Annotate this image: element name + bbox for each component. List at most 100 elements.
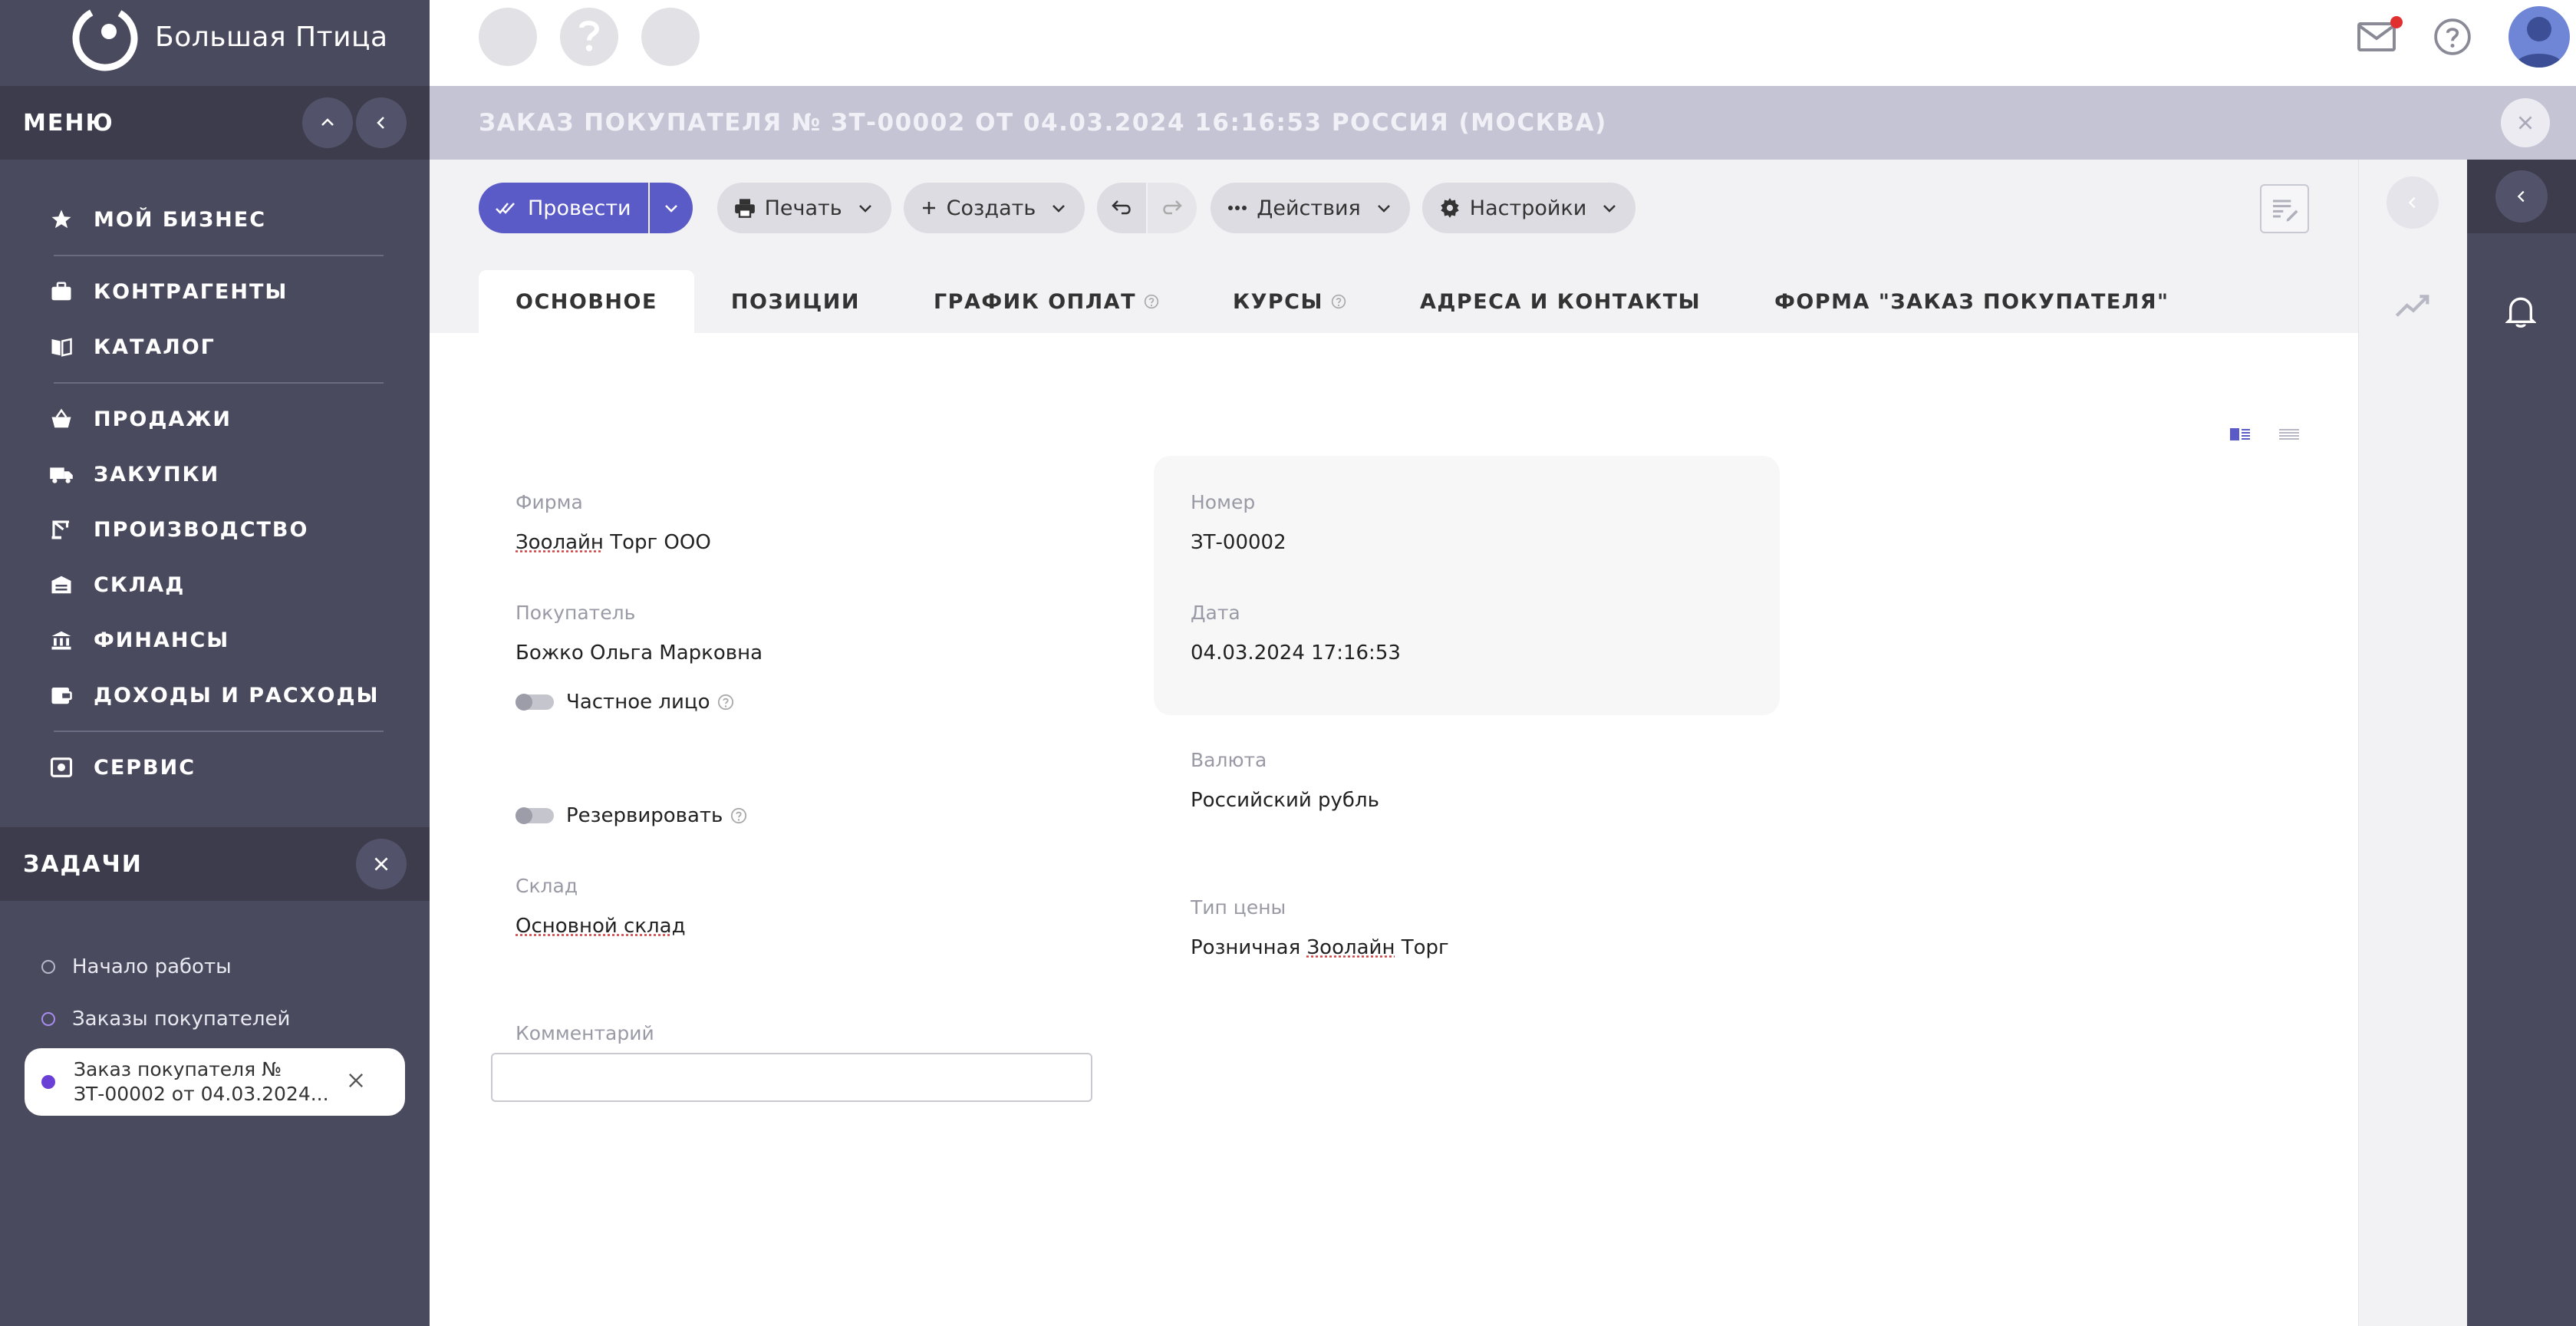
redo-button[interactable] [1148,183,1197,233]
print-button[interactable]: Печать [716,183,891,233]
price-type-part: Зоолайн [1306,936,1395,959]
tab-label: АДРЕСА И КОНТАКТЫ [1419,289,1701,314]
avatar[interactable] [2508,6,2570,68]
plus-icon [921,200,937,216]
notification-dot [2390,16,2403,28]
help-hint-icon[interactable] [717,694,734,711]
menu-list: МОЙ БИЗНЕС КОНТРАГЕНТЫ КАТАЛОГ ПРОДАЖИ З… [46,192,384,795]
list-view-icon[interactable] [2278,425,2300,444]
analytics-icon[interactable] [2394,290,2433,324]
close-document-button[interactable] [2501,98,2550,147]
help-hint-icon[interactable] [730,807,747,824]
collapse-menu-button[interactable] [302,97,353,148]
firm-value-part: Торг ООО [603,531,711,554]
warehouse-value-text: Основной склад [516,915,686,938]
print-button-label: Печать [764,196,842,220]
help-icon [2434,18,2471,55]
tab-positions[interactable]: ПОЗИЦИИ [694,270,897,333]
menu-item-production[interactable]: ПРОИЗВОДСТВО [46,502,384,557]
private-person-toggle[interactable] [516,694,554,711]
tab-label: ОСНОВНОЕ [516,289,657,314]
tab-addresses-contacts[interactable]: АДРЕСА И КОНТАКТЫ [1383,270,1738,333]
chevron-down-icon [856,199,875,217]
task-item-active[interactable]: Заказ покупателя № ЗТ-00002 от 04.03.202… [25,1048,405,1116]
edit-notes-button[interactable] [2260,184,2309,233]
wallet-icon [46,680,77,711]
menu-item-service[interactable]: СЕРВИС [46,740,384,795]
menu-item-purchases[interactable]: ЗАКУПКИ [46,447,384,502]
task-item[interactable]: Начало работы [0,941,430,993]
toolbar: Провести Печать Создать Действия Настрой… [430,160,2358,256]
post-button[interactable]: Провести [479,183,648,233]
tab-order-form[interactable]: ФОРМА "ЗАКАЗ ПОКУПАТЕЛЯ" [1738,270,2205,333]
firm-label: Фирма [516,491,583,513]
firm-value[interactable]: Зоолайн Торг ООО [516,531,711,554]
number-label: Номер [1191,491,1256,513]
tab-main[interactable]: ОСНОВНОЕ [479,270,694,333]
tab-payment-schedule[interactable]: ГРАФИК ОПЛАТ [897,270,1196,333]
price-type-part: Торг [1395,936,1449,959]
chevron-down-icon [1600,199,1619,217]
create-button[interactable]: Создать [903,183,1085,233]
reserve-toggle[interactable] [516,807,554,824]
menu-item-label: ЗАКУПКИ [94,462,220,487]
private-person-label: Частное лицо [566,691,710,714]
menu-item-sales[interactable]: ПРОДАЖИ [46,391,384,447]
top-placeholder-button-2[interactable] [641,8,700,66]
date-label: Дата [1191,602,1240,624]
menu-item-label: ФИНАНСЫ [94,628,230,652]
settings-button[interactable]: Настройки [1421,183,1636,233]
warehouse-value[interactable]: Основной склад [516,915,686,938]
task-label: Заказы покупателей [72,1008,291,1031]
help-circle-button[interactable] [560,8,618,66]
buyer-value[interactable]: Божко Ольга Марковна [516,642,763,665]
close-tasks-button[interactable] [356,839,407,889]
collapse-right-panel-button[interactable] [2387,176,2439,229]
reserve-row: Резервировать [516,804,747,827]
number-value[interactable]: ЗТ-00002 [1191,531,1286,554]
chevron-down-icon [1049,199,1068,217]
star-icon [46,204,77,235]
menu-item-catalog[interactable]: КАТАЛОГ [46,319,384,374]
collapse-notifications-button[interactable] [2495,170,2548,223]
truck-icon [46,459,77,490]
divider [54,255,384,256]
task-list: Начало работы Заказы покупателей [0,941,430,1045]
date-value[interactable]: 04.03.2024 17:16:53 [1191,642,1401,665]
undo-button[interactable] [1097,183,1147,233]
close-task-button[interactable] [345,1070,367,1094]
view-toggle [2202,425,2300,444]
task-item[interactable]: Заказы покупателей [0,993,430,1045]
menu-item-label: СКЛАД [94,572,186,597]
help-button[interactable] [2433,18,2472,56]
menu-item-finance[interactable]: ФИНАНСЫ [46,612,384,668]
menu-item-counterparties[interactable]: КОНТРАГЕНТЫ [46,264,384,319]
currency-value[interactable]: Российский рубль [1191,789,1379,812]
more-icon [1227,205,1247,211]
tab-label: ФОРМА "ЗАКАЗ ПОКУПАТЕЛЯ" [1774,289,2169,314]
chevron-left-icon [2408,196,2416,209]
help-hint-icon[interactable] [1144,294,1159,309]
comment-input[interactable] [491,1053,1092,1102]
actions-button[interactable]: Действия [1211,183,1410,233]
tab-rates[interactable]: КУРСЫ [1196,270,1383,333]
price-type-value[interactable]: Розничная Зоолайн Торг [1191,936,1449,959]
post-button-label: Провести [528,196,631,220]
menu-item-warehouse[interactable]: СКЛАД [46,557,384,612]
menu-item-my-business[interactable]: МОЙ БИЗНЕС [46,192,384,247]
bell-icon[interactable] [2505,295,2537,332]
menu-item-label: ПРОИЗВОДСТВО [94,517,309,542]
menu-item-label: МОЙ БИЗНЕС [94,207,267,232]
firm-value-part: Зоолайн [516,531,604,554]
two-column-view-icon[interactable] [2229,425,2251,444]
buyer-label: Покупатель [516,602,636,624]
notifications-header [2467,160,2576,233]
help-hint-icon[interactable] [1331,294,1346,309]
mail-button[interactable] [2357,16,2403,53]
top-placeholder-button[interactable] [479,8,537,66]
menu-item-income-expenses[interactable]: ДОХОДЫ И РАСХОДЫ [46,668,384,723]
logo[interactable]: Большая Птица [0,0,430,74]
document-title-bar: ЗАКАЗ ПОКУПАТЕЛЯ № ЗТ-00002 ОТ 04.03.202… [430,86,2576,160]
hide-sidebar-button[interactable] [356,97,407,148]
post-dropdown-button[interactable] [649,183,693,233]
